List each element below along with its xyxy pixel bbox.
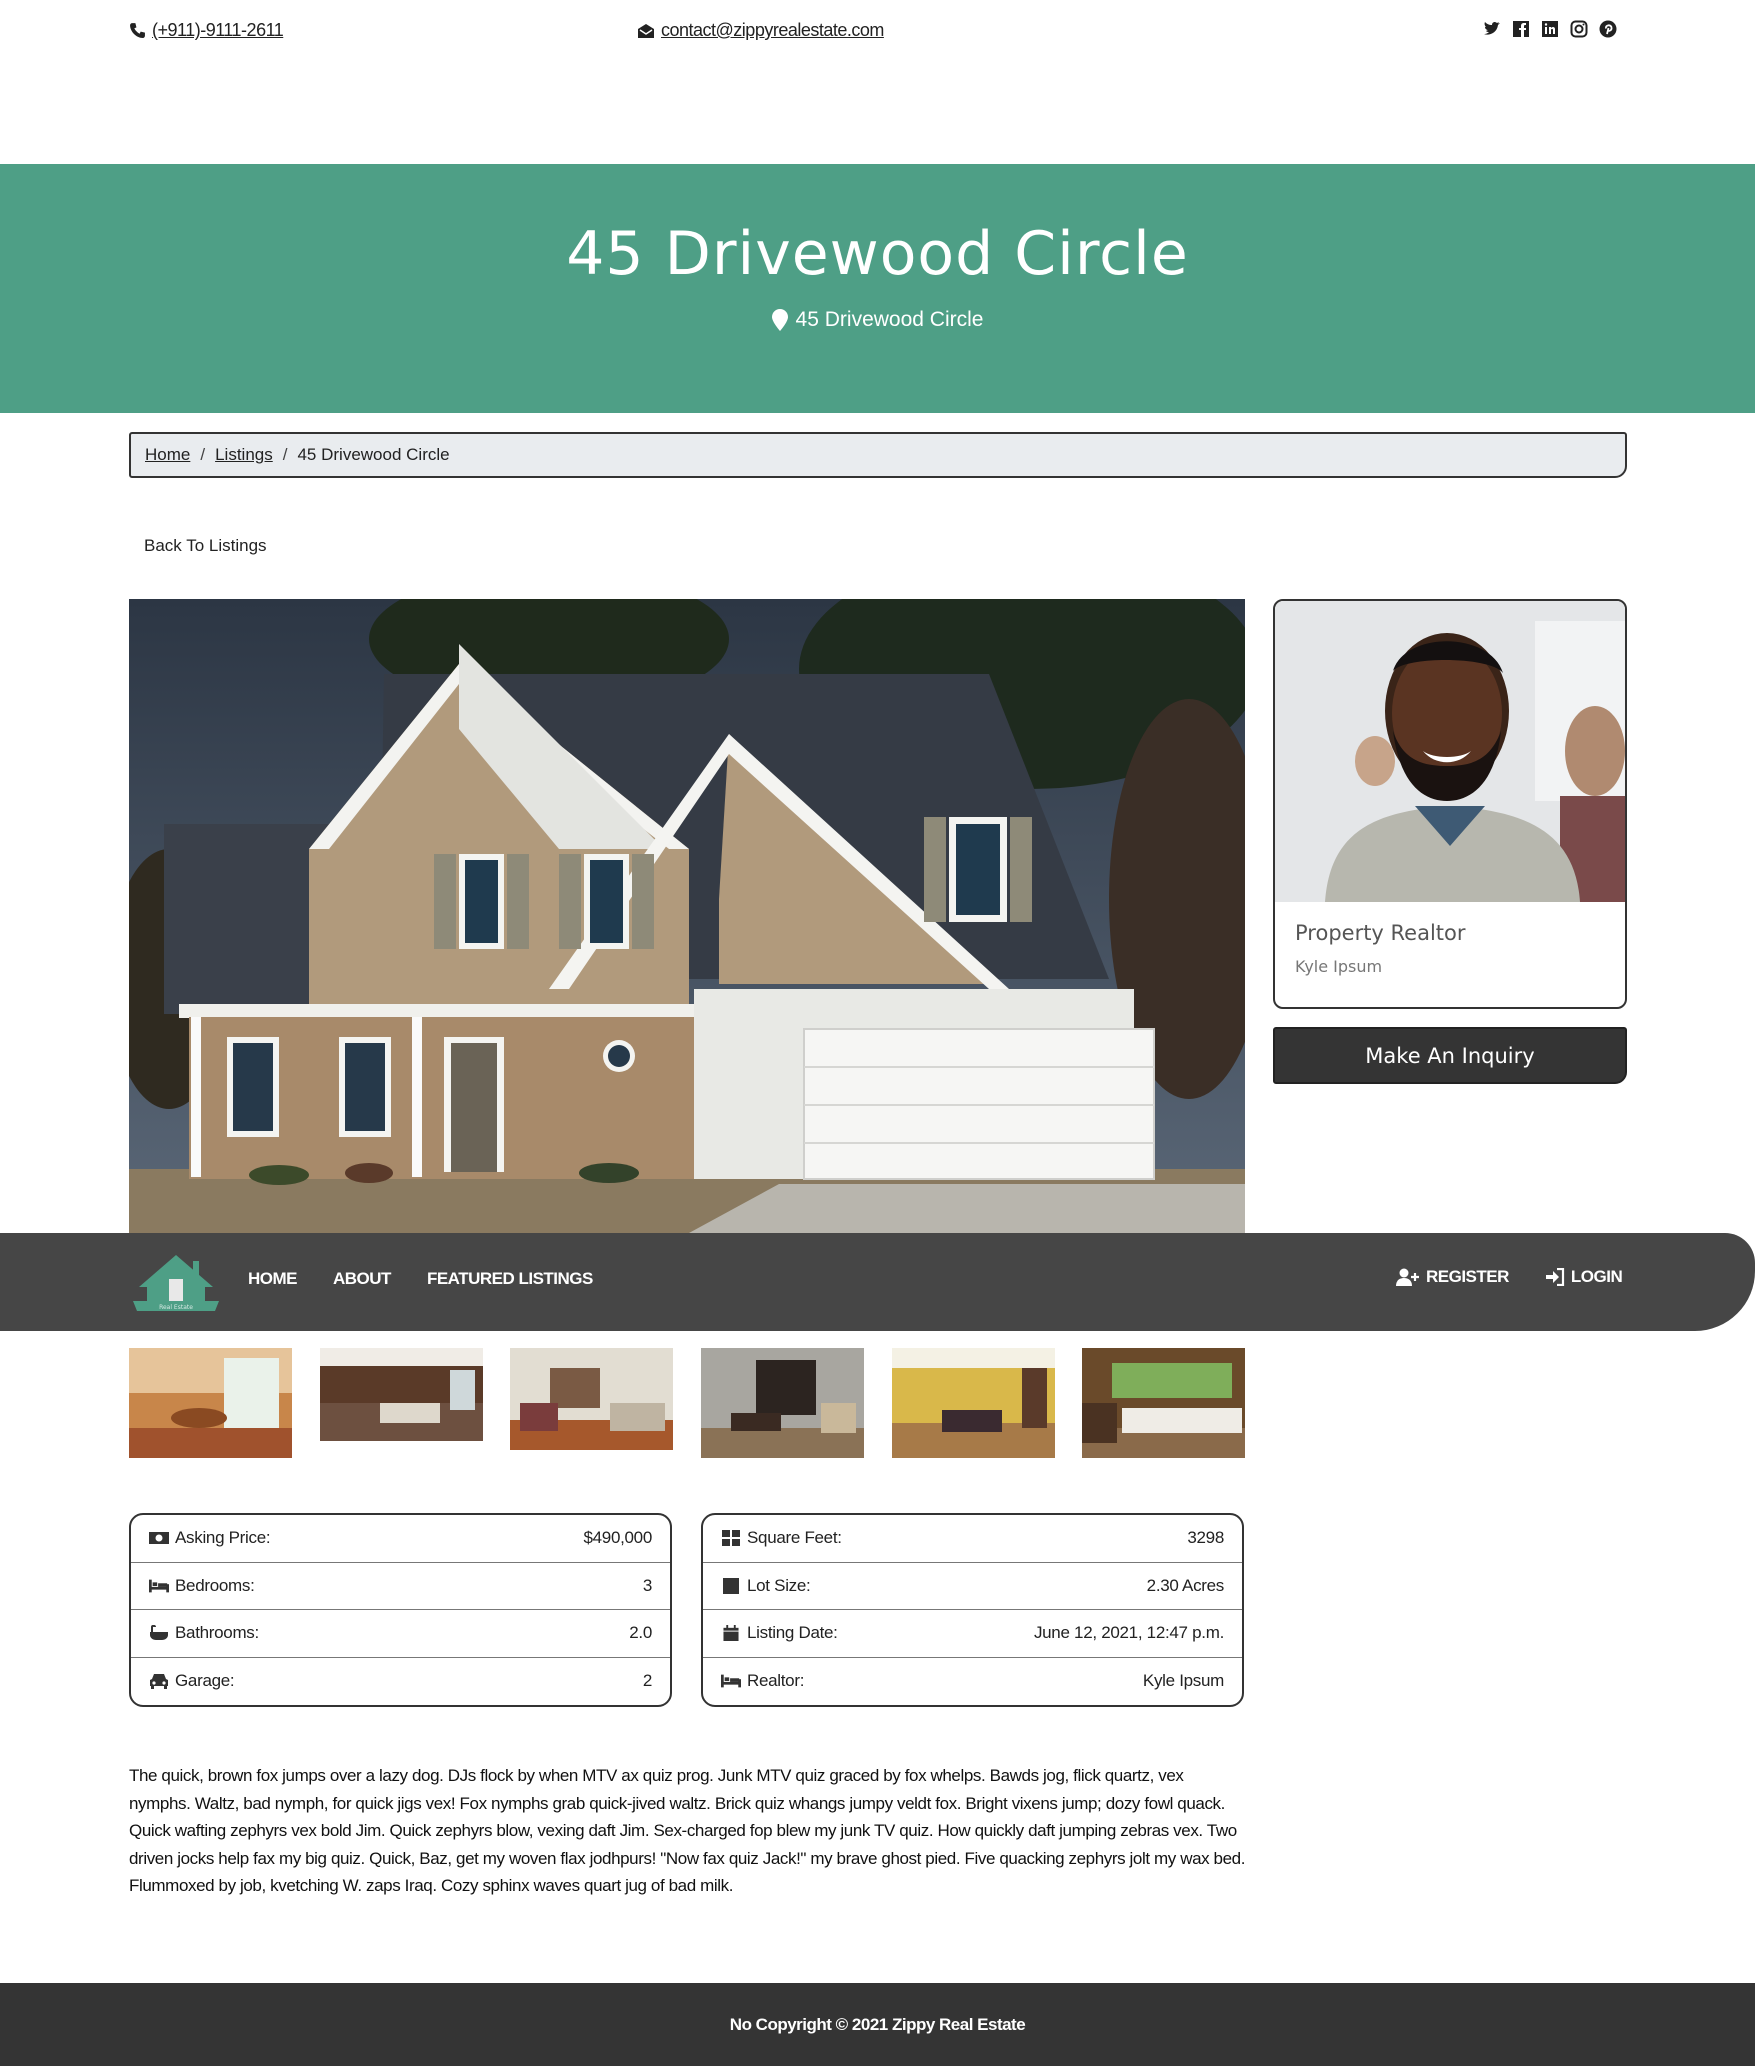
- phone-icon: [130, 23, 145, 38]
- detail-value: $490,000: [583, 1528, 652, 1548]
- main-navbar: Real Estate HOME ABOUT FEATURED LISTINGS…: [0, 1233, 1755, 1331]
- detail-row: Lot Size: 2.30 Acres: [703, 1563, 1242, 1610]
- details-table-left: Asking Price: $490,000 Bedrooms: 3 Bathr…: [129, 1513, 672, 1707]
- listing-address: 45 Drivewood Circle: [0, 308, 1755, 332]
- detail-label: Lot Size:: [747, 1575, 811, 1595]
- detail-row: Bedrooms: 3: [131, 1563, 670, 1610]
- social-links: [1482, 19, 1618, 39]
- car-icon: [150, 1674, 168, 1690]
- nav-home[interactable]: HOME: [248, 1269, 298, 1289]
- register-label: REGISTER: [1426, 1267, 1509, 1286]
- calendar-icon: [723, 1625, 739, 1642]
- thumbnail-dining-room[interactable]: [701, 1348, 864, 1458]
- back-to-listings-link[interactable]: Back To Listings: [144, 536, 267, 556]
- detail-value: June 12, 2021, 12:47 p.m.: [1033, 1623, 1224, 1643]
- nav-featured-listings[interactable]: FEATURED LISTINGS: [427, 1269, 593, 1289]
- detail-label: Bedrooms:: [175, 1575, 255, 1595]
- listing-title: 45 Drivewood Circle: [566, 219, 1189, 289]
- phone-link[interactable]: (+911)-9111-2611: [152, 20, 284, 41]
- instagram-icon[interactable]: [1569, 19, 1589, 39]
- top-contact-bar: (+911)-9111-2611 contact@zippyrealestate…: [0, 0, 1755, 64]
- detail-label: Bathrooms:: [175, 1623, 259, 1643]
- grid-icon: [722, 1530, 740, 1547]
- footer-copyright: No Copyright © 2021 Zippy Real Estate: [729, 2014, 1026, 2034]
- detail-row: Garage: 2: [131, 1658, 670, 1706]
- email-contact: contact@zippyrealestate.com: [637, 20, 884, 41]
- nav-about[interactable]: ABOUT: [333, 1269, 391, 1289]
- detail-row: Bathrooms: 2.0: [131, 1610, 670, 1658]
- breadcrumb: Home / Listings / 45 Drivewood Circle: [129, 432, 1627, 478]
- bed-icon: [721, 1674, 741, 1688]
- money-icon: [149, 1532, 169, 1545]
- detail-label: Square Feet:: [747, 1528, 842, 1548]
- map-marker-icon: [771, 309, 788, 331]
- realtor-name: Kyle Ipsum: [1295, 957, 1383, 976]
- linkedin-icon[interactable]: [1540, 19, 1560, 39]
- details-table-right: Square Feet: 3298 Lot Size: 2.30 Acres L…: [701, 1513, 1244, 1707]
- detail-value: 2.0: [629, 1623, 652, 1643]
- detail-value: 2.30 Acres: [1146, 1575, 1225, 1595]
- envelope-icon: [638, 23, 654, 38]
- user-plus-icon: [1396, 1268, 1419, 1286]
- square-icon: [723, 1577, 739, 1594]
- detail-label: Listing Date:: [747, 1623, 838, 1643]
- detail-row: Asking Price: $490,000: [131, 1515, 670, 1563]
- facebook-icon[interactable]: [1511, 19, 1531, 39]
- login-link[interactable]: LOGIN: [1545, 1267, 1623, 1287]
- breadcrumb-separator: /: [282, 445, 288, 464]
- detail-value: Kyle Ipsum: [1142, 1671, 1224, 1691]
- thumbnail-kitchen[interactable]: [129, 1348, 292, 1458]
- nav-account: REGISTER LOGIN: [1396, 1267, 1623, 1287]
- detail-value: 2: [642, 1671, 652, 1691]
- phone-contact: (+911)-9111-2611: [129, 20, 284, 41]
- breadcrumb-separator: /: [200, 445, 206, 464]
- breadcrumb-home[interactable]: Home: [145, 445, 190, 465]
- main-listing-photo[interactable]: [129, 599, 1245, 1233]
- thumbnail-living-room[interactable]: [320, 1348, 483, 1441]
- detail-row: Listing Date: June 12, 2021, 12:47 p.m.: [703, 1610, 1242, 1658]
- realtor-photo: [1275, 601, 1625, 902]
- detail-row: Square Feet: 3298: [703, 1515, 1242, 1563]
- detail-value: 3298: [1187, 1528, 1224, 1548]
- bed-icon: [149, 1579, 169, 1593]
- twitter-icon[interactable]: [1482, 19, 1502, 39]
- sign-in-icon: [1545, 1268, 1565, 1286]
- thumbnail-lounge[interactable]: [1082, 1348, 1245, 1458]
- detail-label: Asking Price:: [175, 1528, 271, 1548]
- listing-description: The quick, brown fox jumps over a lazy d…: [129, 1766, 1246, 1895]
- logo-text: Real Estate: [159, 1304, 193, 1311]
- detail-label: Realtor:: [747, 1671, 805, 1691]
- thumbnail-game-room[interactable]: [892, 1348, 1055, 1458]
- detail-row: Realtor: Kyle Ipsum: [703, 1658, 1242, 1706]
- site-logo[interactable]: Real Estate: [131, 1251, 221, 1313]
- realtor-title: Property Realtor: [1295, 921, 1466, 945]
- register-link[interactable]: REGISTER: [1396, 1267, 1509, 1287]
- breadcrumb-listings[interactable]: Listings: [215, 445, 273, 465]
- pinterest-icon[interactable]: [1598, 19, 1618, 39]
- make-inquiry-button[interactable]: Make An Inquiry: [1273, 1027, 1627, 1084]
- detail-label: Garage:: [175, 1671, 235, 1691]
- breadcrumb-current: 45 Drivewood Circle: [297, 445, 450, 464]
- bath-icon: [150, 1625, 168, 1641]
- detail-value: 3: [642, 1575, 652, 1595]
- listing-address-text: 45 Drivewood Circle: [795, 308, 984, 331]
- nav-links: HOME ABOUT FEATURED LISTINGS: [248, 1269, 593, 1289]
- realtor-card: Property Realtor Kyle Ipsum: [1273, 599, 1627, 1009]
- listing-hero-banner: 45 Drivewood Circle 45 Drivewood Circle: [0, 164, 1755, 413]
- email-link[interactable]: contact@zippyrealestate.com: [661, 20, 884, 41]
- thumbnail-family-room[interactable]: [510, 1348, 673, 1450]
- footer: No Copyright © 2021 Zippy Real Estate: [0, 1983, 1755, 2066]
- photo-thumbnails: [129, 1348, 1245, 1458]
- login-label: LOGIN: [1570, 1267, 1623, 1286]
